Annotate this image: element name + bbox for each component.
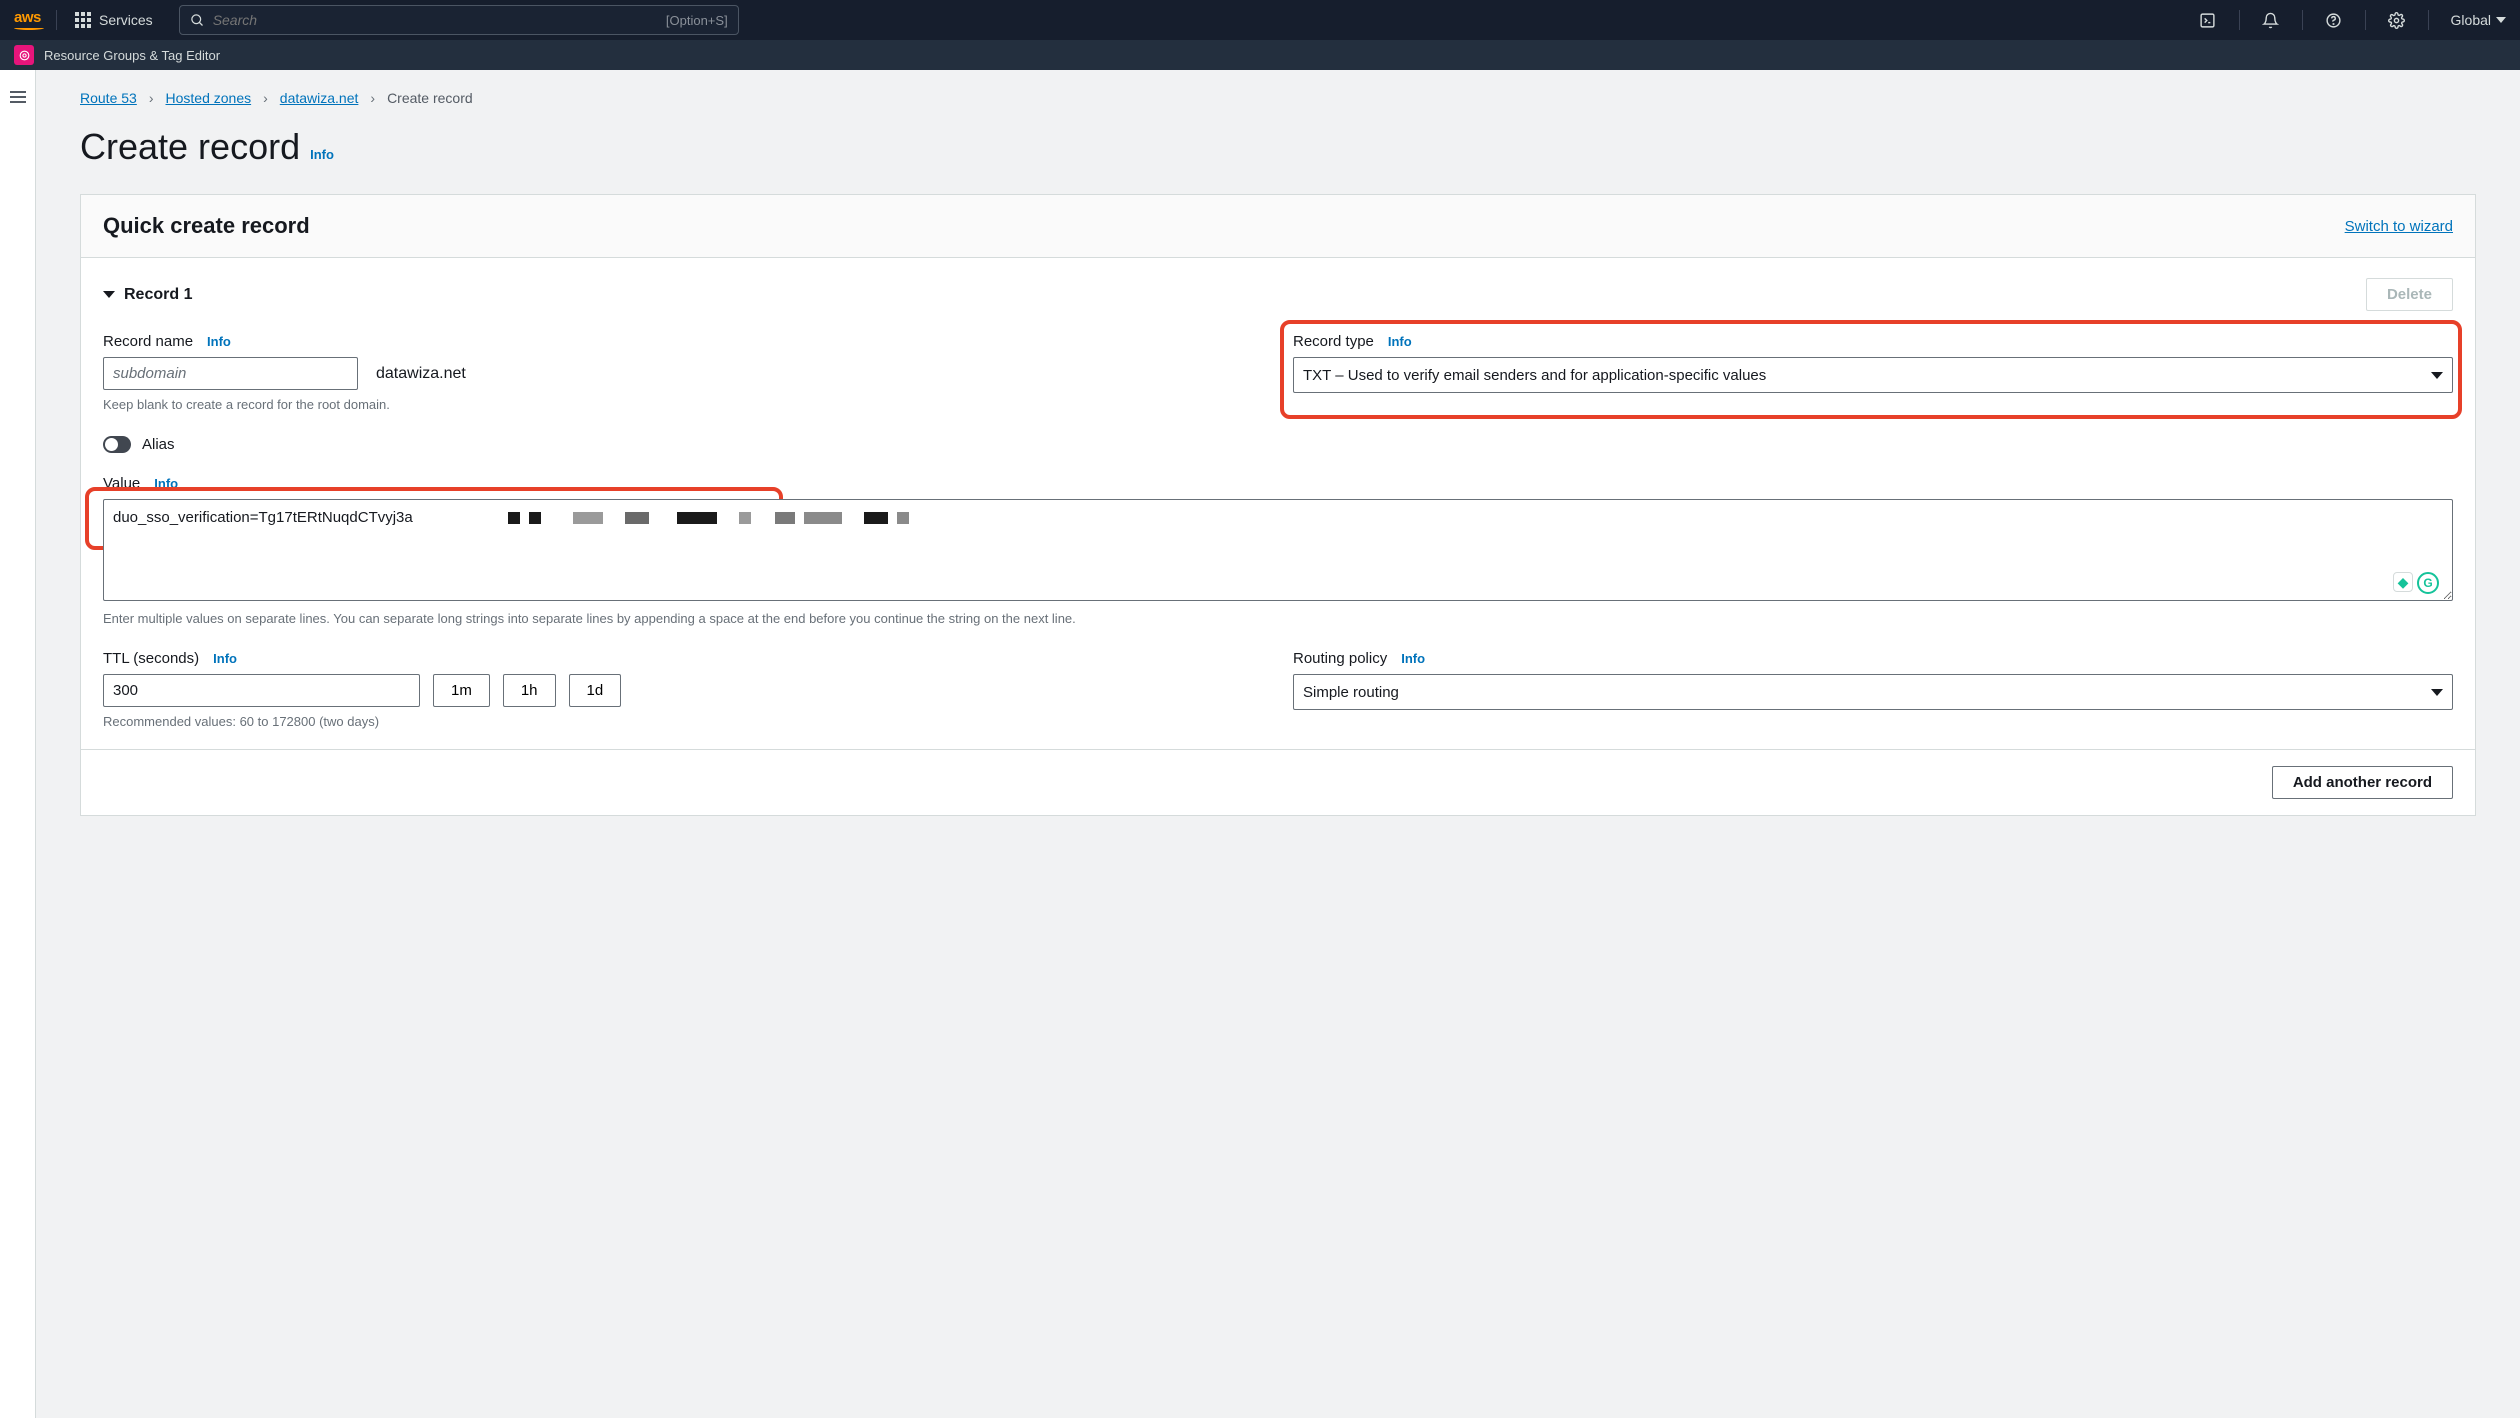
- record-type-select[interactable]: TXT – Used to verify email senders and f…: [1293, 357, 2453, 393]
- record-name-input[interactable]: [103, 357, 358, 390]
- chevron-down-icon: [2431, 689, 2443, 696]
- record-name-helper: Keep blank to create a record for the ro…: [103, 397, 1263, 412]
- alias-toggle[interactable]: [103, 436, 131, 453]
- divider: [2302, 10, 2303, 30]
- global-search[interactable]: [Option+S]: [179, 5, 739, 35]
- services-button[interactable]: Services: [67, 12, 161, 28]
- breadcrumb-hosted-zones[interactable]: Hosted zones: [166, 90, 252, 106]
- grammarly-badge: ◆ G: [2393, 572, 2439, 594]
- routing-label: Routing policy: [1293, 650, 1387, 667]
- value-helper: Enter multiple values on separate lines.…: [103, 611, 2453, 626]
- routing-policy-select[interactable]: Simple routing: [1293, 674, 2453, 710]
- divider: [2428, 10, 2429, 30]
- search-icon: [190, 13, 205, 28]
- aws-logo-text: aws: [14, 10, 44, 25]
- value-label: Value: [103, 475, 140, 492]
- aws-smile-icon: [14, 26, 44, 30]
- routing-info[interactable]: Info: [1401, 651, 1425, 666]
- top-nav: aws Services [Option+S]: [0, 0, 2520, 40]
- chevron-down-icon: [2431, 372, 2443, 379]
- side-panel-toggle[interactable]: [10, 88, 26, 1418]
- search-shortcut-hint: [Option+S]: [666, 13, 728, 28]
- value-textarea[interactable]: [103, 499, 2453, 601]
- search-input[interactable]: [213, 12, 666, 28]
- record-type-label: Record type: [1293, 333, 1374, 350]
- divider: [2365, 10, 2366, 30]
- grammarly-icon: G: [2417, 572, 2439, 594]
- alias-label: Alias: [142, 436, 175, 453]
- record-name-info[interactable]: Info: [207, 334, 231, 349]
- chevron-right-icon: ›: [370, 90, 375, 106]
- page-title: Create record: [80, 126, 300, 168]
- ttl-preset-1h[interactable]: 1h: [503, 674, 556, 707]
- breadcrumb-current: Create record: [387, 90, 473, 106]
- chevron-right-icon: ›: [149, 90, 154, 106]
- ttl-info[interactable]: Info: [213, 651, 237, 666]
- breadcrumb-route53[interactable]: Route 53: [80, 90, 137, 106]
- region-selector[interactable]: Global: [2451, 12, 2506, 28]
- help-icon[interactable]: [2325, 11, 2343, 29]
- grammarly-shield-icon: ◆: [2393, 572, 2413, 592]
- add-another-record-button[interactable]: Add another record: [2272, 766, 2453, 799]
- services-label: Services: [99, 12, 153, 28]
- ttl-preset-1d[interactable]: 1d: [569, 674, 622, 707]
- ttl-input[interactable]: [103, 674, 420, 707]
- services-grid-icon: [75, 12, 91, 28]
- side-gutter: [0, 70, 36, 1418]
- record-type-value: TXT – Used to verify email senders and f…: [1303, 367, 1766, 384]
- resource-groups-icon[interactable]: [14, 45, 34, 65]
- switch-to-wizard-link[interactable]: Switch to wizard: [2345, 218, 2453, 235]
- region-label: Global: [2451, 12, 2491, 28]
- resource-groups-link[interactable]: Resource Groups & Tag Editor: [44, 48, 220, 63]
- ttl-helper: Recommended values: 60 to 172800 (two da…: [103, 714, 1263, 729]
- breadcrumb-zone[interactable]: datawiza.net: [280, 90, 359, 106]
- routing-value: Simple routing: [1303, 684, 1399, 701]
- cloudshell-icon[interactable]: [2199, 11, 2217, 29]
- main-content: Route 53 › Hosted zones › datawiza.net ›…: [36, 70, 2520, 1418]
- ttl-preset-1m[interactable]: 1m: [433, 674, 490, 707]
- breadcrumb: Route 53 › Hosted zones › datawiza.net ›…: [80, 90, 2476, 106]
- record-section-toggle[interactable]: Record 1: [103, 286, 192, 304]
- caret-down-icon: [103, 291, 115, 298]
- ttl-label: TTL (seconds): [103, 650, 199, 667]
- panel-header: Quick create record Switch to wizard: [81, 195, 2475, 258]
- chevron-right-icon: ›: [263, 90, 268, 106]
- notifications-icon[interactable]: [2262, 11, 2280, 29]
- record-name-label: Record name: [103, 333, 193, 350]
- record-title: Record 1: [124, 286, 192, 304]
- settings-icon[interactable]: [2388, 11, 2406, 29]
- quick-create-panel: Quick create record Switch to wizard Rec…: [80, 194, 2476, 816]
- domain-suffix: datawiza.net: [376, 365, 466, 383]
- sub-nav: Resource Groups & Tag Editor: [0, 40, 2520, 70]
- panel-title: Quick create record: [103, 213, 310, 239]
- value-info[interactable]: Info: [154, 476, 178, 491]
- delete-button[interactable]: Delete: [2366, 278, 2453, 311]
- page-info-link[interactable]: Info: [310, 147, 334, 162]
- chevron-down-icon: [2496, 17, 2506, 23]
- record-type-info[interactable]: Info: [1388, 334, 1412, 349]
- aws-logo[interactable]: aws: [14, 10, 57, 30]
- divider: [2239, 10, 2240, 30]
